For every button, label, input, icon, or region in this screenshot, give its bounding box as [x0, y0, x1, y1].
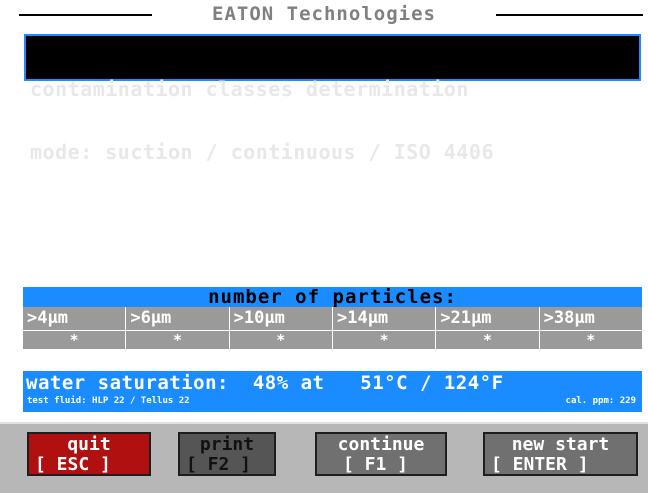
particles-title: number of particles:	[23, 287, 642, 307]
print-button-label: print	[199, 434, 255, 455]
water-saturation-readout: water saturation: 48% at 51°C / 124°F	[26, 372, 504, 394]
new-start-button[interactable]: new start [ ENTER ]	[483, 432, 638, 476]
particle-size-21: >21µm	[436, 307, 540, 330]
particle-size-row: >4µm >6µm >10µm >14µm >21µm >38µm	[23, 307, 642, 330]
continue-button-label: continue	[337, 434, 425, 455]
particle-size-4: >4µm	[23, 307, 127, 330]
function-key-bar: quit [ ESC ] print [ F2 ] continue [ F1 …	[0, 422, 648, 493]
particle-value-6: *	[126, 331, 230, 349]
particle-value-row: * * * * * *	[23, 331, 642, 349]
print-button[interactable]: print [ F2 ]	[178, 432, 276, 476]
header-mode: mode: suction / continuous / ISO 4406	[30, 140, 495, 164]
particle-value-4: *	[23, 331, 127, 349]
particle-size-6: >6µm	[126, 307, 230, 330]
quit-button-label: quit	[67, 434, 111, 455]
window-title: EATON Technologies	[212, 3, 436, 25]
particle-value-14: *	[333, 331, 437, 349]
header-box: contamination classes determination mode…	[24, 34, 641, 163]
quit-button[interactable]: quit [ ESC ]	[27, 432, 151, 476]
particle-size-14: >14µm	[333, 307, 437, 330]
test-fluid-label: test fluid: HLP 22 / Tellus 22	[27, 396, 190, 406]
header-title: contamination classes determination	[30, 77, 469, 101]
water-saturation-panel: water saturation: 48% at 51°C / 124°F te…	[23, 371, 642, 412]
particle-value-10: *	[230, 331, 333, 349]
particle-value-38: *	[586, 331, 596, 349]
new-start-button-key: [ ENTER ]	[491, 454, 589, 475]
particle-value-21: *	[436, 331, 540, 349]
continue-button[interactable]: continue [ F1 ]	[315, 432, 447, 476]
new-start-button-label: new start	[511, 434, 610, 455]
quit-button-key: [ ESC ]	[35, 454, 111, 475]
continue-button-key: [ F1 ]	[343, 454, 409, 475]
particle-size-10: >10µm	[230, 307, 333, 330]
print-button-key: [ F2 ]	[186, 454, 252, 475]
particle-size-38: >38µm	[543, 308, 595, 328]
calibration-ppm-label: cal. ppm: 229	[565, 396, 636, 406]
